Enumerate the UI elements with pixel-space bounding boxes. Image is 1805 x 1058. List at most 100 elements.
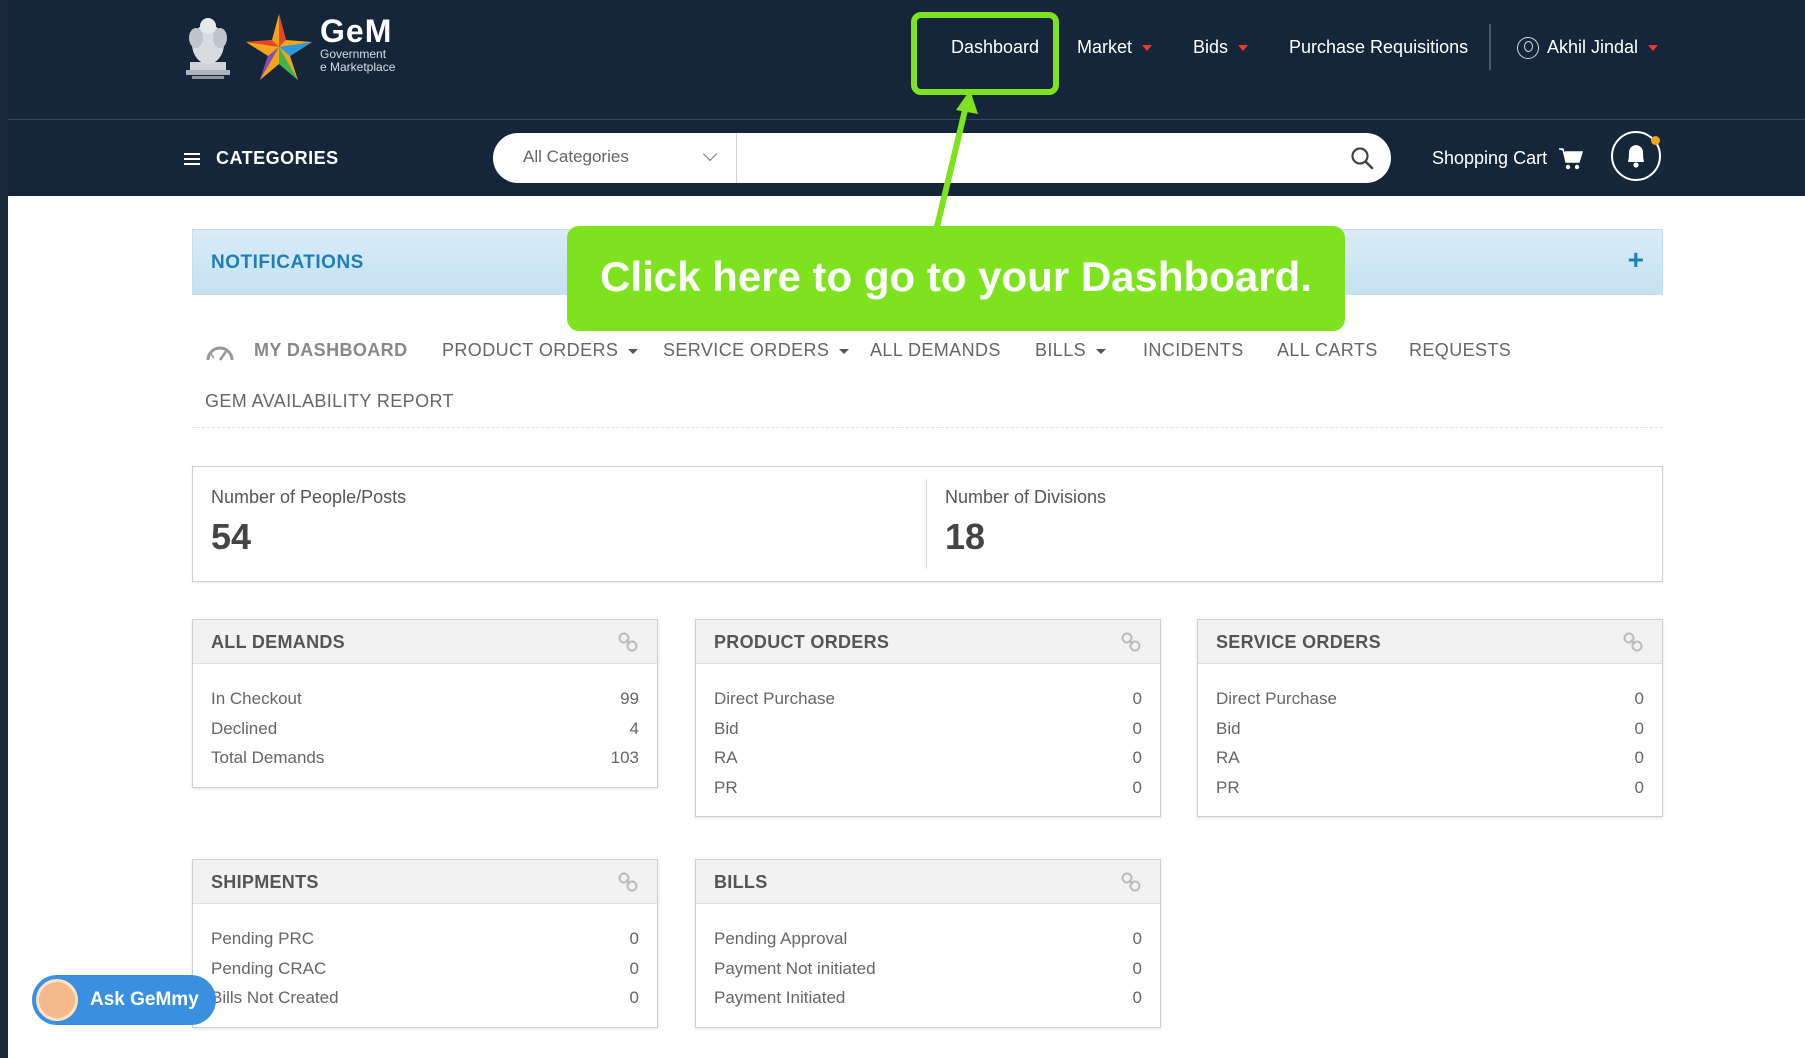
cart-icon [1559, 148, 1584, 170]
list-item[interactable]: Bid 0 [714, 714, 1142, 744]
shopping-cart-link[interactable]: Shopping Cart [1432, 147, 1584, 171]
chevron-down-icon [1648, 45, 1659, 52]
tab-my-dashboard[interactable]: MY DASHBOARD [254, 340, 407, 361]
tab-product-orders-label: PRODUCT ORDERS [442, 340, 619, 360]
link-icon[interactable] [1120, 871, 1142, 893]
list-item[interactable]: Pending CRAC 0 [211, 954, 639, 984]
list-item[interactable]: Bid 0 [1216, 714, 1644, 744]
row-label: PR [1216, 777, 1240, 797]
row-value: 103 [610, 748, 639, 767]
row-label: Pending CRAC [211, 958, 327, 978]
tab-bills[interactable]: BILLS [1035, 340, 1107, 361]
row-value: 0 [1634, 689, 1644, 708]
user-circle-icon [1517, 37, 1539, 60]
top-nav: Dashboard Market Bids Purchase Requisiti… [0, 0, 1805, 96]
card-header: BILLS [696, 860, 1160, 904]
search-input[interactable] [748, 142, 1308, 174]
row-value: 4 [629, 718, 639, 738]
card-all-demands: ALL DEMANDS In Checkout 99 Declined 4 Tota… [192, 619, 658, 788]
chevron-down-icon [1142, 45, 1153, 52]
row-label: Payment Not initiated [714, 958, 876, 978]
link-icon[interactable] [617, 871, 639, 893]
link-icon[interactable] [1120, 631, 1142, 653]
chevron-down-icon [1238, 45, 1249, 52]
user-menu[interactable]: Akhil Jindal [1517, 36, 1659, 60]
nav-bids-label: Bids [1193, 37, 1229, 57]
categories-label: CATEGORIES [216, 148, 339, 168]
row-value: 0 [1132, 748, 1142, 767]
row-value: 0 [629, 958, 639, 978]
search-divider [736, 133, 737, 183]
row-label: Bid [1216, 718, 1241, 738]
card-product-orders: PRODUCT ORDERS Direct Purchase 0 Bid 0 RA 0… [695, 619, 1161, 817]
stat-people-label: Number of People/Posts [211, 487, 407, 507]
nav-market-label: Market [1077, 37, 1133, 57]
search-category-select[interactable]: All Categories [523, 147, 629, 167]
stat-divider [926, 479, 927, 569]
list-item[interactable]: In Checkout 99 [211, 684, 639, 714]
search-icon[interactable] [1350, 146, 1374, 170]
tab-requests[interactable]: REQUESTS [1409, 340, 1511, 361]
chevron-down-icon [702, 146, 718, 162]
row-value: 0 [1132, 718, 1142, 738]
window-frame-edge [0, 0, 8, 1058]
chevron-down-icon [1096, 348, 1107, 354]
row-value: 0 [1132, 777, 1142, 797]
tab-all-demands[interactable]: ALL DEMANDS [870, 340, 1001, 361]
dashboard-highlight-box [911, 12, 1059, 95]
row-label: Pending Approval [714, 929, 848, 948]
tab-all-carts[interactable]: ALL CARTS [1277, 340, 1378, 361]
row-value: 0 [629, 929, 639, 948]
tab-product-orders[interactable]: PRODUCT ORDERS [442, 340, 639, 361]
row-value: 0 [1132, 929, 1142, 948]
list-item[interactable]: Direct Purchase 0 [1216, 684, 1644, 714]
list-item[interactable]: PR 0 [714, 773, 1142, 803]
tab-gem-availability-report[interactable]: GEM AVAILABILITY REPORT [205, 391, 454, 412]
ask-gemmy-button[interactable]: Ask GeMmy [32, 975, 216, 1025]
row-label: Bills Not Created [211, 988, 339, 1007]
list-item[interactable]: Total Demands 103 [211, 743, 639, 773]
row-label: Payment Initiated [714, 988, 846, 1007]
list-item[interactable]: Pending PRC 0 [211, 924, 639, 954]
stat-divisions-label: Number of Divisions [945, 487, 1107, 507]
card-title: PRODUCT ORDERS [714, 632, 890, 652]
list-item[interactable]: Payment Not initiated 0 [714, 954, 1142, 984]
list-item[interactable]: Direct Purchase 0 [714, 684, 1142, 714]
list-item[interactable]: PR 0 [1216, 773, 1644, 803]
expand-plus-icon[interactable]: + [1628, 244, 1644, 276]
link-icon[interactable] [1622, 631, 1644, 653]
card-header: SERVICE ORDERS [1198, 620, 1662, 664]
stats-panel: Number of People/Posts 54 Number of Divi… [192, 466, 1663, 582]
gemmy-avatar-icon [36, 979, 78, 1021]
list-item[interactable]: Payment Initiated 0 [714, 983, 1142, 1013]
list-item[interactable]: Declined 4 [211, 714, 639, 744]
tab-incidents[interactable]: INCIDENTS [1143, 340, 1244, 361]
link-icon[interactable] [617, 631, 639, 653]
list-item[interactable]: Bills Not Created 0 [211, 983, 639, 1013]
list-item[interactable]: RA 0 [1216, 743, 1644, 773]
stat-divisions-value: 18 [945, 516, 986, 557]
row-label: Direct Purchase [1216, 689, 1337, 708]
card-shipments: SHIPMENTS Pending PRC 0 Pending CRAC 0 Bil… [192, 859, 658, 1028]
list-item[interactable]: Pending Approval 0 [714, 924, 1142, 954]
row-value: 0 [1132, 958, 1142, 978]
card-header: SHIPMENTS [193, 860, 657, 904]
row-value: 0 [1132, 988, 1142, 1007]
nav-bids[interactable]: Bids [1193, 36, 1249, 58]
tab-service-orders[interactable]: SERVICE ORDERS [663, 340, 850, 361]
row-value: 0 [1132, 689, 1142, 708]
row-value: 0 [629, 988, 639, 1007]
nav-market[interactable]: Market [1077, 36, 1153, 58]
list-item[interactable]: RA 0 [714, 743, 1142, 773]
card-title: ALL DEMANDS [211, 632, 345, 652]
categories-menu[interactable]: CATEGORIES [184, 148, 339, 169]
ask-gemmy-label: Ask GeMmy [90, 989, 199, 1010]
nav-purchase-requisitions[interactable]: Purchase Requisitions [1289, 36, 1468, 58]
card-body: Pending PRC 0 Pending CRAC 0 Bills Not Cre… [193, 904, 657, 1027]
stat-divisions: Number of Divisions 18 [945, 487, 1106, 558]
row-label: RA [1216, 748, 1240, 767]
gauge-icon [206, 346, 234, 361]
row-value: 99 [620, 689, 639, 708]
notification-dot [1651, 136, 1660, 145]
card-bills: BILLS Pending Approval 0 Payment Not init… [695, 859, 1161, 1028]
